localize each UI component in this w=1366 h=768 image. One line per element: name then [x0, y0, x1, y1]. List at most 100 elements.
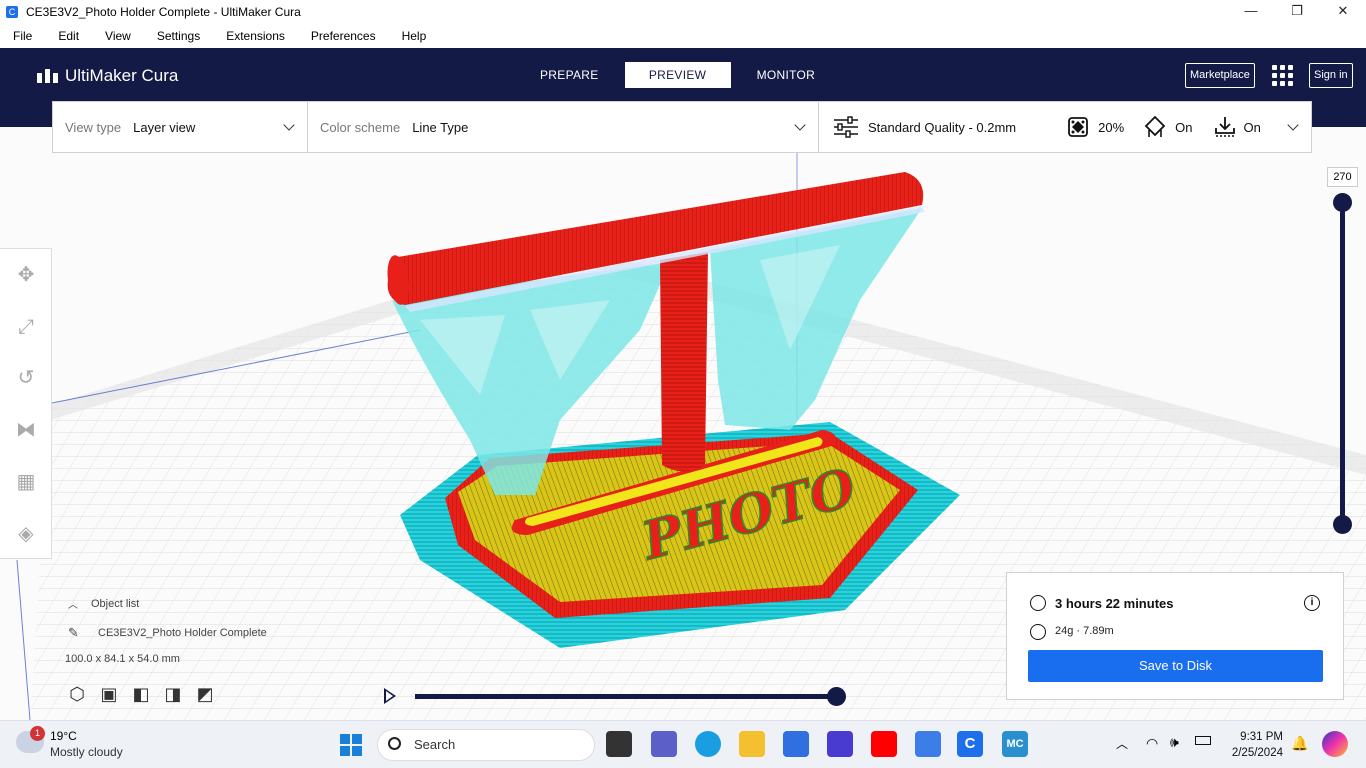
print-info-panel: 3 hours 22 minutes i 24g · 7.89m Save to…	[1006, 572, 1344, 700]
info-icon[interactable]: i	[1304, 595, 1320, 611]
view-left-icon[interactable]: ◨	[162, 683, 184, 705]
left-toolbar: ✥ ⤢ ↺ ⧓ ▦ ◈	[0, 248, 52, 559]
window-title: CE3E3V2_Photo Holder Complete - UltiMake…	[26, 4, 301, 19]
rotate-icon[interactable]: ↺	[15, 367, 37, 389]
copilot-icon[interactable]	[1322, 731, 1348, 757]
color-scheme-label: Color scheme	[320, 119, 401, 135]
menu-bar: File Edit View Settings Extensions Prefe…	[0, 23, 1366, 48]
sliders-icon	[834, 116, 858, 138]
cura-app-icon: C	[6, 5, 18, 18]
wifi-icon[interactable]: ◠	[1146, 735, 1158, 752]
play-icon[interactable]	[384, 688, 396, 704]
mc-app-icon[interactable]: MC	[1002, 731, 1028, 757]
support-blocker-icon[interactable]: ◈	[15, 523, 37, 545]
menu-settings[interactable]: Settings	[157, 29, 200, 43]
close-button[interactable]: ✕	[1320, 0, 1366, 23]
layer-number-field[interactable]: 270	[1327, 167, 1358, 187]
chevron-up-icon[interactable]: ︿	[1116, 735, 1128, 752]
menu-help[interactable]: Help	[402, 29, 427, 43]
color-scheme-value: Line Type	[412, 119, 469, 135]
marketplace-button[interactable]: Marketplace	[1185, 63, 1255, 88]
layer-slider-track[interactable]	[1340, 202, 1345, 524]
view-right-icon[interactable]: ◩	[194, 683, 216, 705]
apps-grid-icon[interactable]	[1272, 65, 1293, 86]
teams-icon[interactable]	[651, 731, 677, 757]
menu-preferences[interactable]: Preferences	[311, 29, 376, 43]
view-top-icon[interactable]: ◧	[130, 683, 152, 705]
store-icon[interactable]	[783, 731, 809, 757]
app-icon-a[interactable]	[827, 731, 853, 757]
path-slider-track[interactable]	[415, 694, 835, 699]
task-view-icon[interactable]	[606, 731, 632, 757]
print-time: 3 hours 22 minutes	[1055, 596, 1174, 611]
spool-icon	[1030, 624, 1046, 640]
path-slider-handle[interactable]	[827, 687, 846, 706]
chevron-down-icon	[1287, 119, 1299, 131]
menu-file[interactable]: File	[13, 29, 32, 43]
layer-slider-bottom-handle[interactable]	[1333, 515, 1352, 534]
tab-prepare[interactable]: PREPARE	[526, 62, 613, 88]
layer-slider-top-handle[interactable]	[1333, 193, 1352, 212]
search-icon	[388, 737, 401, 750]
windows-taskbar: 1 19°C Mostly cloudy Search C MC ︿ ◠ 🕪 9…	[0, 720, 1366, 768]
signin-button[interactable]: Sign in	[1309, 63, 1353, 88]
notification-bell-icon[interactable]: 🔔	[1291, 735, 1308, 752]
taskbar-clock[interactable]: 9:31 PM 2/25/2024	[1225, 729, 1283, 761]
save-to-disk-button[interactable]: Save to Disk	[1028, 650, 1323, 682]
cura-window: C CE3E3V2_Photo Holder Complete - UltiMa…	[0, 0, 1366, 768]
ultimaker-logo-icon	[37, 69, 59, 83]
window-controls: — ❐ ✕	[1228, 0, 1366, 23]
weather-temp[interactable]: 19°C	[50, 729, 77, 743]
menu-edit[interactable]: Edit	[58, 29, 79, 43]
view-settings-panel: View type Layer view Color scheme Line T…	[52, 101, 1312, 153]
battery-icon[interactable]	[1195, 736, 1211, 745]
view-front-icon[interactable]: ▣	[98, 683, 120, 705]
infill-icon	[1068, 117, 1089, 137]
object-list-item[interactable]: CE3E3V2_Photo Holder Complete	[98, 627, 267, 639]
tab-preview[interactable]: PREVIEW	[624, 62, 731, 88]
chevron-up-icon[interactable]: ︿	[68, 596, 78, 611]
menu-view[interactable]: View	[105, 29, 131, 43]
move-icon[interactable]: ✥	[15, 264, 37, 286]
adhesion-icon	[1214, 117, 1235, 137]
camera-view-buttons: ⬡ ▣ ◧ ◨ ◩	[66, 683, 226, 705]
color-scheme-dropdown[interactable]: Color scheme Line Type	[308, 102, 819, 152]
pencil-icon[interactable]: ✎	[68, 625, 79, 641]
chevron-down-icon	[283, 119, 295, 131]
infill-value: 20%	[1098, 119, 1125, 135]
title-bar: C CE3E3V2_Photo Holder Complete - UltiMa…	[0, 0, 1366, 23]
clock-icon	[1030, 595, 1046, 611]
app-icon-cube[interactable]	[915, 731, 941, 757]
cura-taskbar-icon[interactable]: C	[957, 731, 983, 757]
menu-extensions[interactable]: Extensions	[226, 29, 285, 43]
minimize-button[interactable]: —	[1228, 0, 1274, 23]
object-list-header[interactable]: Object list	[91, 598, 139, 610]
support-icon	[1144, 116, 1166, 137]
scale-icon[interactable]: ⤢	[15, 316, 37, 338]
restore-button[interactable]: ❐	[1274, 0, 1320, 23]
file-explorer-icon[interactable]	[739, 731, 765, 757]
clock-date: 2/25/2024	[1231, 747, 1283, 759]
view-type-dropdown[interactable]: View type Layer view	[53, 102, 308, 152]
view-3d-icon[interactable]: ⬡	[66, 683, 88, 705]
object-dimensions: 100.0 x 84.1 x 54.0 mm	[65, 653, 180, 665]
center-post	[660, 252, 708, 472]
view-type-label: View type	[65, 119, 122, 135]
weather-desc[interactable]: Mostly cloudy	[50, 745, 123, 759]
volume-icon[interactable]: 🕪	[1170, 734, 1179, 751]
clock-time: 9:31 PM	[1240, 731, 1283, 743]
stage-tabs: PREPARE PREVIEW MONITOR	[520, 62, 835, 88]
print-settings-selector[interactable]: Standard Quality - 0.2mm 20% On On	[819, 102, 1311, 152]
tab-monitor[interactable]: MONITOR	[743, 62, 830, 88]
per-model-settings-icon[interactable]: ▦	[15, 471, 37, 493]
windows-start-icon[interactable]	[340, 734, 362, 756]
chevron-down-icon	[794, 119, 806, 131]
logo-text: UltiMaker Cura	[65, 66, 179, 85]
edge-icon[interactable]	[695, 731, 721, 757]
weather-badge: 1	[30, 726, 45, 741]
youtube-icon[interactable]	[871, 731, 897, 757]
material-usage: 24g · 7.89m	[1055, 625, 1114, 637]
taskbar-search[interactable]: Search	[377, 729, 595, 761]
mirror-icon[interactable]: ⧓	[15, 419, 37, 441]
support-value: On	[1175, 119, 1193, 135]
